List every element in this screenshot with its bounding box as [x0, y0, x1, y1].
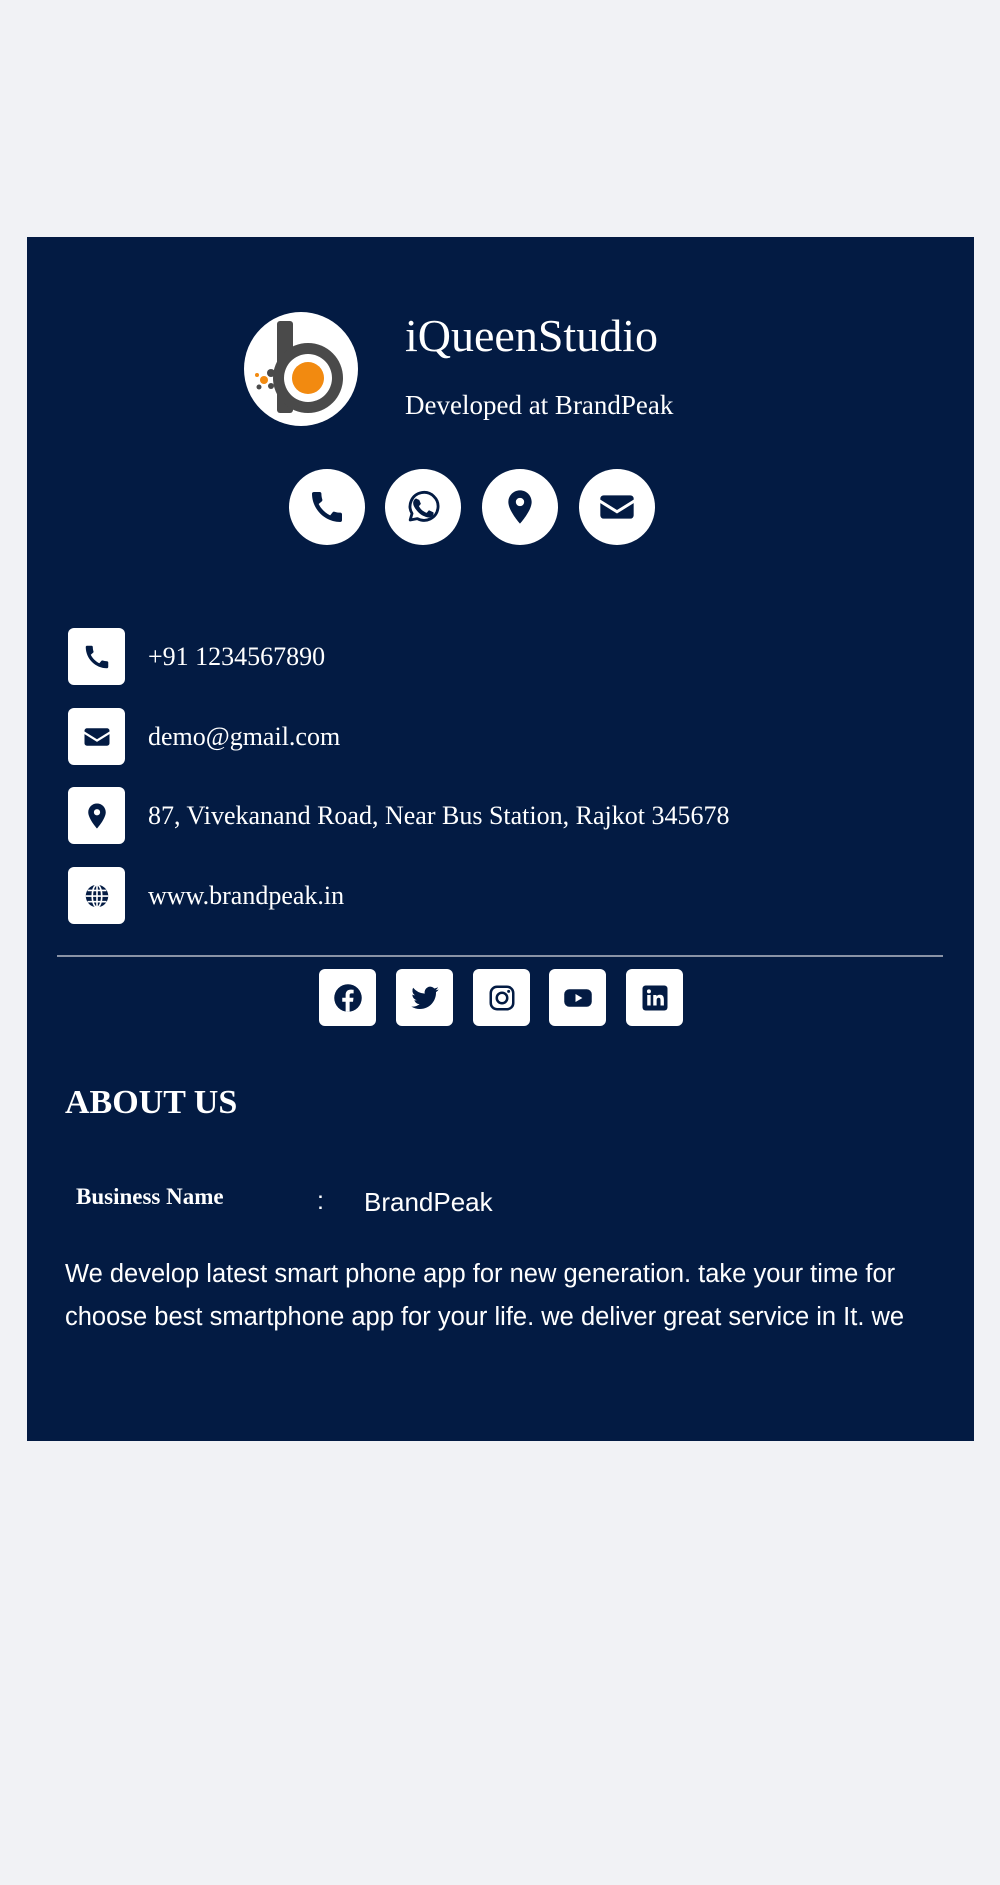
phone-icon	[312, 492, 342, 522]
facebook-icon	[333, 983, 362, 1012]
divider	[57, 955, 943, 957]
email-button[interactable]	[579, 469, 655, 545]
business-card: iQueenStudio Developed at BrandPeak +91 …	[27, 237, 974, 1441]
youtube-button[interactable]	[549, 969, 606, 1026]
envelope-icon	[600, 495, 634, 519]
brand-subtitle: Developed at BrandPeak	[405, 390, 674, 420]
globe-icon	[85, 883, 108, 908]
location-button[interactable]	[482, 469, 558, 545]
about-description: We develop latest smart phone app for ne…	[65, 1260, 905, 1331]
phone-icon	[85, 645, 108, 668]
location-pin-icon	[508, 490, 532, 524]
contact-email-text[interactable]: demo@gmail.com	[148, 724, 340, 750]
business-name-label: Business Name	[76, 1184, 224, 1209]
linkedin-button[interactable]	[626, 969, 683, 1026]
about-heading: ABOUT US	[65, 1084, 238, 1121]
contact-phone-text[interactable]: +91 1234567890	[148, 644, 325, 670]
whatsapp-icon	[408, 491, 440, 522]
instagram-button[interactable]	[473, 969, 530, 1026]
business-name-separator: :	[317, 1187, 324, 1215]
business-name-value: BrandPeak	[364, 1187, 493, 1217]
contact-address-icon-box	[68, 787, 125, 844]
facebook-button[interactable]	[319, 969, 376, 1026]
contact-website-text[interactable]: www.brandpeak.in	[148, 883, 344, 909]
contact-address-text[interactable]: 87, Vivekanand Road, Near Bus Station, R…	[148, 803, 729, 829]
location-pin-icon	[87, 803, 106, 828]
instagram-icon	[489, 985, 514, 1010]
contact-website-icon-box	[68, 867, 125, 924]
youtube-icon	[563, 988, 592, 1007]
brand-title: iQueenStudio	[405, 310, 658, 361]
envelope-icon	[84, 727, 109, 746]
twitter-icon	[410, 986, 439, 1009]
whatsapp-button[interactable]	[385, 469, 461, 545]
contact-phone-icon-box	[68, 628, 125, 685]
linkedin-icon	[642, 985, 667, 1010]
contact-email-icon-box	[68, 708, 125, 765]
call-button[interactable]	[289, 469, 365, 545]
twitter-button[interactable]	[396, 969, 453, 1026]
brand-logo	[244, 312, 358, 426]
